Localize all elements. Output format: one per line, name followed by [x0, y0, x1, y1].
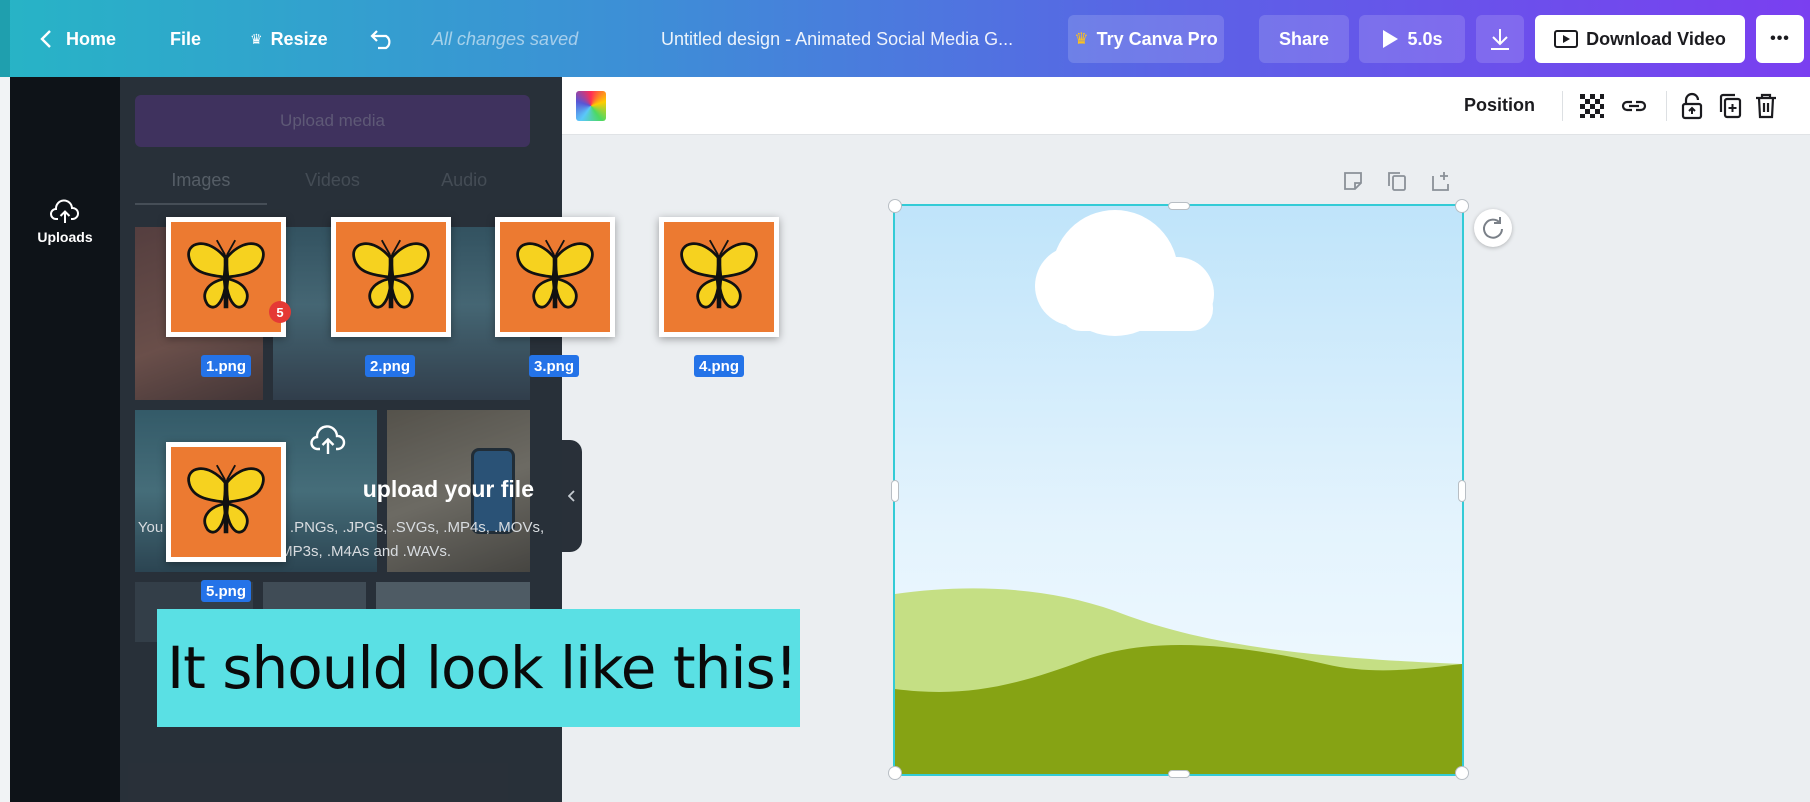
- rail-item-uploads[interactable]: Uploads: [10, 177, 120, 267]
- download-video-label: Download Video: [1586, 28, 1726, 49]
- collapse-panel-button[interactable]: [562, 440, 582, 552]
- trash-icon: [1756, 93, 1776, 119]
- resize-handle-top-left[interactable]: [888, 199, 902, 213]
- duplicate-icon: [1719, 93, 1742, 119]
- resize-handle-bottom-left[interactable]: [888, 766, 902, 780]
- design-page[interactable]: [893, 204, 1464, 776]
- duration-label: 5.0s: [1407, 28, 1443, 49]
- home-label: Home: [66, 28, 117, 49]
- page-tools: [1342, 170, 1452, 196]
- transparency-icon: [1580, 94, 1604, 118]
- butterfly-image: [500, 222, 610, 332]
- link-icon: [1621, 100, 1647, 112]
- dragged-file-tile[interactable]: [166, 442, 286, 562]
- delete-button[interactable]: [1750, 90, 1782, 122]
- toolbar-divider: [1666, 91, 1667, 121]
- butterfly-image: [664, 222, 774, 332]
- toolbar-divider: [1562, 91, 1563, 121]
- resize-handle-left[interactable]: [891, 480, 899, 502]
- note-icon[interactable]: [1342, 170, 1364, 192]
- file-label: 1.png: [201, 355, 251, 377]
- transparency-button[interactable]: [1576, 90, 1608, 122]
- play-icon: [1383, 30, 1399, 48]
- resize-label: Resize: [270, 28, 328, 49]
- lock-button[interactable]: [1676, 90, 1708, 122]
- dragged-file-tile[interactable]: [659, 217, 779, 337]
- chevron-left-icon: [568, 490, 575, 502]
- dragged-file-tile[interactable]: [331, 217, 451, 337]
- download-button[interactable]: [1476, 15, 1524, 63]
- try-canva-pro-button[interactable]: ♛ Try Canva Pro: [1068, 15, 1224, 63]
- caption-text: It should look like this!: [167, 634, 798, 702]
- resize-handle-top-right[interactable]: [1455, 199, 1469, 213]
- cloud-shape: [1035, 210, 1214, 336]
- tab-images[interactable]: Images: [135, 165, 267, 205]
- uploads-label: Uploads: [37, 229, 93, 245]
- resize-handle-bottom-right[interactable]: [1455, 766, 1469, 780]
- top-bar-edge: [0, 0, 10, 77]
- dragged-file-tile[interactable]: [166, 217, 286, 337]
- add-page-icon[interactable]: [1430, 170, 1452, 192]
- more-options-button[interactable]: •••: [1756, 15, 1804, 63]
- chevron-left-icon: [40, 30, 51, 48]
- more-label: •••: [1770, 30, 1790, 47]
- top-bar: Home File ♛ Resize All changes saved Unt…: [0, 0, 1810, 77]
- download-icon: [1491, 29, 1509, 50]
- video-icon: [1554, 30, 1579, 48]
- file-label: 2.png: [365, 355, 415, 377]
- download-video-button[interactable]: Download Video: [1535, 15, 1745, 63]
- tab-audio[interactable]: Audio: [398, 165, 530, 205]
- cloud-upload-icon: [310, 424, 346, 461]
- file-label: 4.png: [694, 355, 744, 377]
- resize-handle-right[interactable]: [1458, 480, 1466, 502]
- caption-banner: It should look like this!: [157, 609, 800, 727]
- drop-zone-title-visible: upload your file: [362, 476, 534, 502]
- unlock-icon: [1681, 92, 1703, 120]
- tab-videos[interactable]: Videos: [267, 165, 399, 205]
- file-count-badge: 5: [269, 301, 291, 323]
- crown-icon: ♛: [250, 30, 263, 47]
- media-tabs: Images Videos Audio: [135, 165, 530, 205]
- rotate-button[interactable]: [1474, 209, 1512, 247]
- resize-button[interactable]: ♛ Resize: [250, 20, 328, 58]
- butterfly-image: [171, 447, 281, 557]
- file-label: 3.png: [529, 355, 579, 377]
- home-button[interactable]: Home: [40, 20, 116, 58]
- file-label: 5.png: [201, 580, 251, 602]
- try-pro-label: Try Canva Pro: [1096, 28, 1218, 49]
- undo-button[interactable]: [370, 20, 396, 58]
- rail-edge: [0, 77, 10, 802]
- copy-page-icon[interactable]: [1386, 170, 1408, 192]
- play-button[interactable]: 5.0s: [1359, 15, 1465, 63]
- duplicate-button[interactable]: [1714, 90, 1746, 122]
- undo-icon: [370, 30, 391, 50]
- dragged-file-tile[interactable]: [495, 217, 615, 337]
- resize-handle-bottom[interactable]: [1168, 770, 1190, 778]
- landscape-illustration: [895, 210, 1462, 774]
- cloud-upload-icon: [50, 199, 79, 223]
- color-picker-button[interactable]: [576, 91, 606, 121]
- link-button[interactable]: [1618, 90, 1650, 122]
- file-label: File: [170, 28, 202, 49]
- resize-handle-top[interactable]: [1168, 202, 1190, 210]
- share-label: Share: [1278, 28, 1330, 49]
- rotate-icon: [1483, 217, 1503, 239]
- upload-media-button[interactable]: Upload media: [135, 95, 530, 147]
- share-button[interactable]: Share: [1259, 15, 1349, 63]
- butterfly-image: [171, 222, 281, 332]
- crown-icon: ♛: [1074, 31, 1089, 48]
- context-toolbar: Position: [562, 77, 1810, 135]
- position-button[interactable]: Position: [1464, 95, 1535, 116]
- file-menu[interactable]: File: [170, 20, 201, 58]
- save-status: All changes saved: [432, 28, 579, 49]
- butterfly-image: [336, 222, 446, 332]
- document-title[interactable]: Untitled design - Animated Social Media …: [661, 20, 1013, 58]
